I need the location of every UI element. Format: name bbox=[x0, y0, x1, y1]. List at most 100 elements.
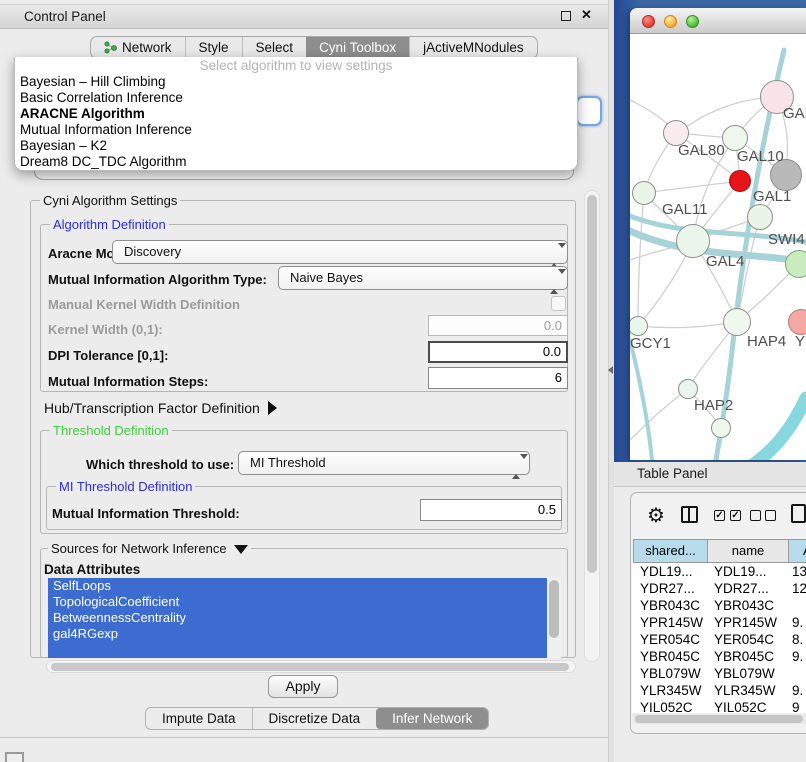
node-label: GAL10 bbox=[737, 148, 784, 165]
column-header-clipped[interactable]: A bbox=[788, 539, 806, 563]
kernel-width-field[interactable]: 0.0 bbox=[428, 315, 568, 336]
checked-checkbox-icon[interactable]: ✓ bbox=[714, 510, 725, 521]
network-window-titlebar[interactable] bbox=[630, 8, 806, 34]
network-node[interactable] bbox=[711, 418, 731, 438]
apply-button[interactable]: Apply bbox=[268, 675, 338, 698]
table-row[interactable]: YIL052CYIL052C9 bbox=[632, 699, 806, 713]
scrollbar-thumb[interactable] bbox=[51, 663, 569, 671]
threshold-definition-title: Threshold Definition bbox=[50, 423, 172, 438]
attribute-item[interactable]: TopologicalCoefficient bbox=[48, 594, 558, 610]
network-node[interactable] bbox=[785, 250, 806, 278]
expand-right-icon bbox=[268, 401, 277, 415]
which-threshold-label: Which threshold to use: bbox=[86, 457, 234, 472]
table-row[interactable]: YBL079WYBL079W bbox=[632, 665, 806, 682]
table-panel-title: Table Panel bbox=[637, 466, 708, 481]
manual-kernel-checkbox[interactable] bbox=[551, 296, 566, 311]
mi-threshold-group-title: MI Threshold Definition bbox=[56, 479, 195, 494]
dropdown-placeholder: Select algorithm to view settings bbox=[15, 57, 577, 74]
zoom-traffic-light-icon[interactable] bbox=[686, 15, 699, 28]
column-header-shared[interactable]: shared... bbox=[633, 539, 708, 563]
aracne-mode-combobox[interactable]: Discovery bbox=[112, 240, 568, 264]
column-layout-icon[interactable] bbox=[681, 506, 698, 523]
node-label: GAL1 bbox=[753, 188, 791, 205]
close-traffic-light-icon[interactable] bbox=[642, 15, 655, 28]
dropdown-item[interactable]: Bayesian – K2 bbox=[15, 138, 577, 154]
network-node[interactable] bbox=[678, 379, 698, 399]
checked-checkbox-icon[interactable]: ✓ bbox=[730, 510, 741, 521]
unchecked-checkbox-icon[interactable] bbox=[750, 510, 761, 521]
combo-stepper-icon bbox=[512, 456, 521, 471]
tab-infer-network[interactable]: Infer Network bbox=[376, 708, 488, 729]
float-window-icon[interactable] bbox=[561, 11, 571, 21]
dropdown-item-selected[interactable]: ARACNE Algorithm bbox=[15, 106, 577, 122]
collapse-left-icon[interactable] bbox=[608, 366, 613, 374]
node-table: YDL19...YDL19...13 YDR27...YDR27...12 YB… bbox=[632, 563, 806, 713]
attribute-item[interactable]: SelfLoops bbox=[48, 578, 558, 594]
hub-definition-toggle[interactable]: Hub/Transcription Factor Definition bbox=[44, 400, 277, 416]
close-panel-icon[interactable]: ✕ bbox=[581, 7, 592, 23]
network-node[interactable] bbox=[676, 224, 710, 258]
tab-select[interactable]: Select bbox=[242, 37, 307, 58]
settings-horizontal-scrollbar[interactable] bbox=[46, 660, 576, 673]
mi-steps-label: Mutual Information Steps: bbox=[48, 374, 208, 389]
attribute-item[interactable]: BetweennessCentrality bbox=[48, 610, 558, 626]
control-panel-title: Control Panel bbox=[24, 9, 106, 24]
scrollbar-thumb[interactable] bbox=[549, 580, 559, 638]
minimize-traffic-light-icon[interactable] bbox=[664, 15, 677, 28]
bottom-left-widget[interactable] bbox=[5, 752, 24, 762]
panel-bottom-border bbox=[0, 737, 608, 738]
table-row[interactable]: YDR27...YDR27...12 bbox=[632, 580, 806, 597]
collapse-down-icon bbox=[234, 545, 248, 554]
dropdown-item[interactable]: Bayesian – Hill Climbing bbox=[15, 74, 577, 90]
tab-discretize-data[interactable]: Discretize Data bbox=[252, 708, 377, 729]
tab-label: Network bbox=[122, 40, 172, 55]
attributes-scrollbar[interactable] bbox=[547, 578, 561, 658]
dpi-tolerance-field[interactable]: 0.0 bbox=[428, 341, 568, 363]
table-row[interactable]: YPR145WYPR145W9. bbox=[632, 614, 806, 631]
data-attributes-list: SelfLoops TopologicalCoefficient Between… bbox=[48, 578, 558, 658]
dropdown-item[interactable]: Dream8 DC_TDC Algorithm bbox=[15, 154, 577, 170]
node-label: GAL11 bbox=[662, 201, 708, 218]
attribute-item[interactable]: gal4RGexp bbox=[48, 626, 558, 642]
dpi-tolerance-label: DPI Tolerance [0,1]: bbox=[48, 348, 168, 363]
dropdown-item[interactable]: Basic Correlation Inference bbox=[15, 90, 577, 106]
combo-stepper-icon bbox=[550, 271, 559, 286]
tab-jactivemnodules[interactable]: jActiveMNodules bbox=[409, 37, 537, 58]
table-horizontal-scrollbar[interactable] bbox=[633, 714, 806, 724]
gear-icon[interactable]: ⚙ bbox=[647, 503, 665, 528]
tab-impute-data[interactable]: Impute Data bbox=[146, 708, 252, 729]
table-row[interactable]: YBR043CYBR043C bbox=[632, 597, 806, 614]
mi-type-combobox[interactable]: Naive Bayes bbox=[278, 266, 568, 290]
mi-steps-field[interactable]: 6 bbox=[428, 367, 568, 389]
network-canvas[interactable]: GAL GAL80 GAL10 GAL1 GAL11 SWI4 GAL4 GCY… bbox=[630, 34, 806, 460]
node-label: Y bbox=[795, 333, 805, 350]
network-node-highlighted[interactable] bbox=[729, 170, 751, 192]
sources-group-title[interactable]: Sources for Network Inference bbox=[48, 541, 251, 556]
mi-threshold-field[interactable]: 0.5 bbox=[420, 499, 562, 521]
node-label: HAP2 bbox=[694, 397, 733, 414]
combo-stepper-icon bbox=[550, 245, 559, 260]
unchecked-checkbox-icon[interactable] bbox=[765, 510, 776, 521]
dropdown-item[interactable]: Mutual Information Inference bbox=[15, 122, 577, 138]
network-node[interactable] bbox=[747, 204, 773, 230]
table-row[interactable]: YDL19...YDL19...13 bbox=[632, 563, 806, 580]
settings-vertical-scrollbar[interactable] bbox=[584, 190, 600, 662]
which-threshold-combobox[interactable]: MI Threshold bbox=[238, 451, 530, 475]
scrollbar-thumb[interactable] bbox=[587, 195, 597, 573]
column-header-name[interactable]: name bbox=[707, 539, 789, 563]
table-row[interactable]: YBR045CYBR045C9. bbox=[632, 648, 806, 665]
tab-cyni-toolbox[interactable]: Cyni Toolbox bbox=[306, 37, 409, 58]
node-label: SWI4 bbox=[768, 231, 805, 248]
page-icon[interactable] bbox=[791, 504, 806, 523]
algorithm-combobox-edge[interactable] bbox=[576, 96, 602, 126]
tab-network[interactable]: Network bbox=[91, 37, 185, 58]
tab-style[interactable]: Style bbox=[185, 37, 242, 58]
network-node[interactable] bbox=[632, 181, 656, 205]
network-window: GAL GAL80 GAL10 GAL1 GAL11 SWI4 GAL4 GCY… bbox=[630, 8, 806, 460]
table-row[interactable]: YLR345WYLR345W9. bbox=[632, 682, 806, 699]
scrollbar-thumb[interactable] bbox=[635, 715, 803, 723]
attribute-item[interactable] bbox=[48, 642, 558, 658]
algorithm-definition-title: Algorithm Definition bbox=[50, 217, 169, 232]
table-row[interactable]: YER054CYER054C8. bbox=[632, 631, 806, 648]
network-node[interactable] bbox=[723, 308, 751, 336]
